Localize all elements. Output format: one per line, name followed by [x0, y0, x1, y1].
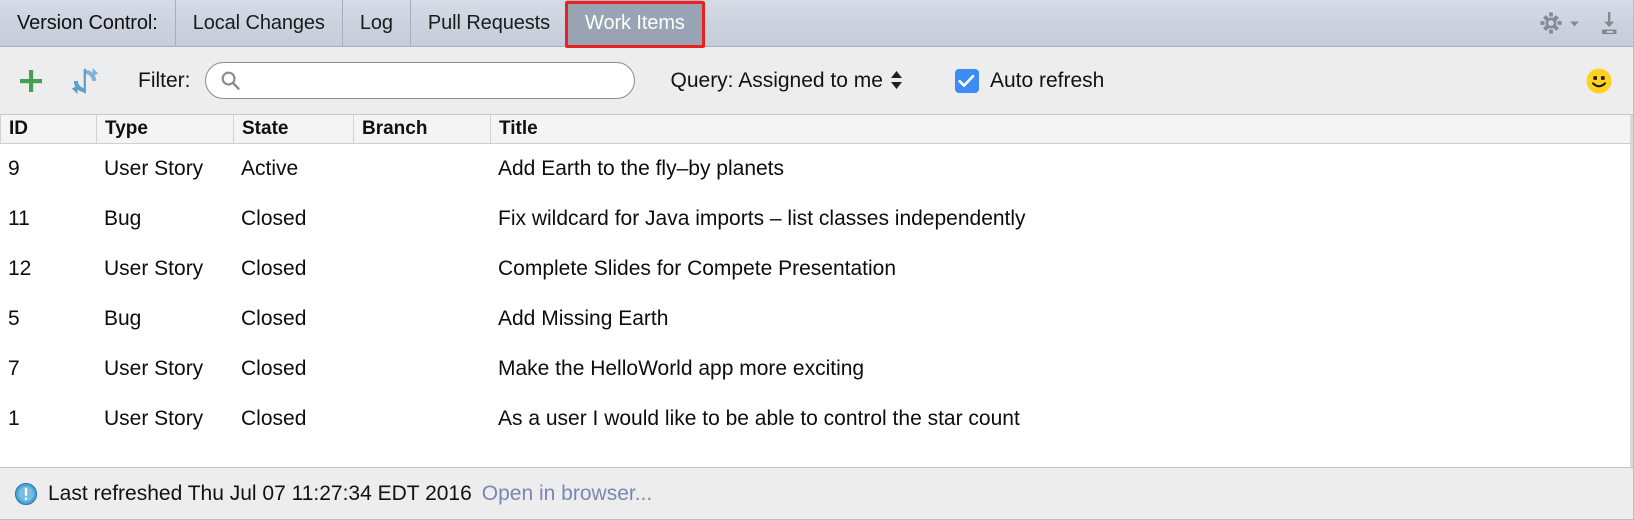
open-in-browser-link[interactable]: Open in browser...	[482, 482, 652, 506]
tab-label: Pull Requests	[427, 11, 551, 34]
refresh-icon	[71, 67, 99, 94]
status-bar: Last refreshed Thu Jul 07 11:27:34 EDT 2…	[0, 467, 1633, 519]
column-header-state[interactable]: State	[233, 115, 353, 143]
column-header-type[interactable]: Type	[96, 115, 233, 143]
stepper-arrows-icon[interactable]	[890, 71, 903, 90]
cell-state: Closed	[241, 207, 307, 230]
auto-refresh-checkbox[interactable]	[954, 68, 979, 93]
tab-bar: Version Control: Local Changes Log Pull …	[0, 0, 1633, 48]
info-icon	[14, 482, 38, 506]
auto-refresh-row[interactable]: Auto refresh	[954, 68, 1105, 93]
table-body: 9 User Story Active Add Earth to the fly–by…	[0, 144, 1633, 467]
cell-title: Fix wildcard for Java imports – list cla…	[498, 207, 1026, 230]
tab-local-changes[interactable]: Local Changes	[176, 0, 343, 46]
hide-panel-icon[interactable]	[1595, 9, 1623, 37]
cell-type: Bug	[104, 307, 142, 330]
tab-label: Version Control:	[17, 11, 158, 34]
tab-label: Local Changes	[192, 11, 325, 34]
work-items-toolbar: Filter: Query: Assigned to me Auto refre…	[0, 47, 1633, 115]
column-header-title[interactable]: Title	[490, 115, 1633, 143]
gear-icon[interactable]	[1538, 10, 1564, 36]
tab-work-items[interactable]: Work Items	[568, 0, 702, 46]
cell-state: Closed	[241, 307, 307, 330]
cell-id: 5	[8, 307, 20, 330]
tab-log[interactable]: Log	[343, 0, 411, 46]
tab-version-control[interactable]: Version Control:	[0, 0, 176, 46]
cell-id: 9	[8, 157, 20, 180]
check-icon	[958, 74, 975, 87]
table-row[interactable]: 7 User Story Closed Make the HelloWorld app…	[0, 344, 1633, 394]
work-items-panel: Version Control: Local Changes Log Pull …	[0, 0, 1634, 520]
search-icon	[221, 71, 240, 90]
tab-bar-spacer	[702, 0, 1538, 46]
add-work-item-button[interactable]	[16, 66, 46, 96]
cell-type: User Story	[104, 407, 204, 430]
table-row[interactable]: 12 User Story Closed Complete Slides for Co…	[0, 244, 1633, 294]
tab-pull-requests[interactable]: Pull Requests	[411, 0, 569, 46]
cell-state: Closed	[241, 257, 307, 280]
table-row[interactable]: 9 User Story Active Add Earth to the fly–by…	[0, 144, 1633, 194]
cell-title: Add Earth to the fly–by planets	[498, 157, 785, 180]
cell-title: Complete Slides for Compete Presentation	[498, 257, 897, 280]
table-row[interactable]: 11 Bug Closed Fix wildcard for Java imports…	[0, 194, 1633, 244]
cell-type: User Story	[104, 257, 204, 280]
cell-id: 1	[8, 407, 20, 430]
cell-state: Closed	[241, 407, 307, 430]
vertical-scrollbar[interactable]	[1630, 115, 1633, 467]
table-header-row: ID Type State Branch Title	[0, 115, 1633, 144]
cell-state: Closed	[241, 357, 307, 380]
refresh-button[interactable]	[70, 66, 100, 96]
column-header-branch[interactable]: Branch	[353, 115, 490, 143]
table-row[interactable]: 1 User Story Closed As a user I would like …	[0, 394, 1633, 444]
query-selector[interactable]: Query: Assigned to me	[671, 69, 903, 93]
cell-title: Add Missing Earth	[498, 307, 669, 330]
auto-refresh-label: Auto refresh	[989, 68, 1105, 92]
plus-icon	[20, 69, 42, 92]
table-row[interactable]: 5 Bug Closed Add Missing Earth	[0, 294, 1633, 344]
cell-title: As a user I would like to be able to con…	[498, 407, 1020, 430]
cell-state: Active	[241, 157, 299, 180]
cell-id: 7	[8, 357, 20, 380]
cell-title: Make the HelloWorld app more exciting	[498, 357, 865, 380]
cell-type: User Story	[104, 357, 204, 380]
query-label: Query: Assigned to me	[670, 68, 883, 92]
cell-type: User Story	[104, 157, 204, 180]
tab-bar-actions	[1538, 0, 1633, 46]
column-header-id[interactable]: ID	[0, 115, 96, 143]
smiley-face-icon[interactable]	[1585, 67, 1613, 95]
tab-label: Log	[359, 11, 393, 34]
status-message: Last refreshed Thu Jul 07 11:27:34 EDT 2…	[48, 481, 472, 505]
cell-id: 11	[8, 207, 30, 230]
filter-search-field[interactable]	[204, 62, 635, 99]
filter-label: Filter:	[138, 68, 191, 92]
work-items-table: ID Type State Branch Title 9 User Story Ac…	[0, 115, 1633, 467]
chevron-down-icon[interactable]	[1568, 17, 1581, 30]
tab-label: Work Items	[585, 11, 685, 34]
cell-type: Bug	[104, 207, 142, 230]
cell-id: 12	[8, 257, 32, 280]
search-input[interactable]	[248, 63, 624, 98]
